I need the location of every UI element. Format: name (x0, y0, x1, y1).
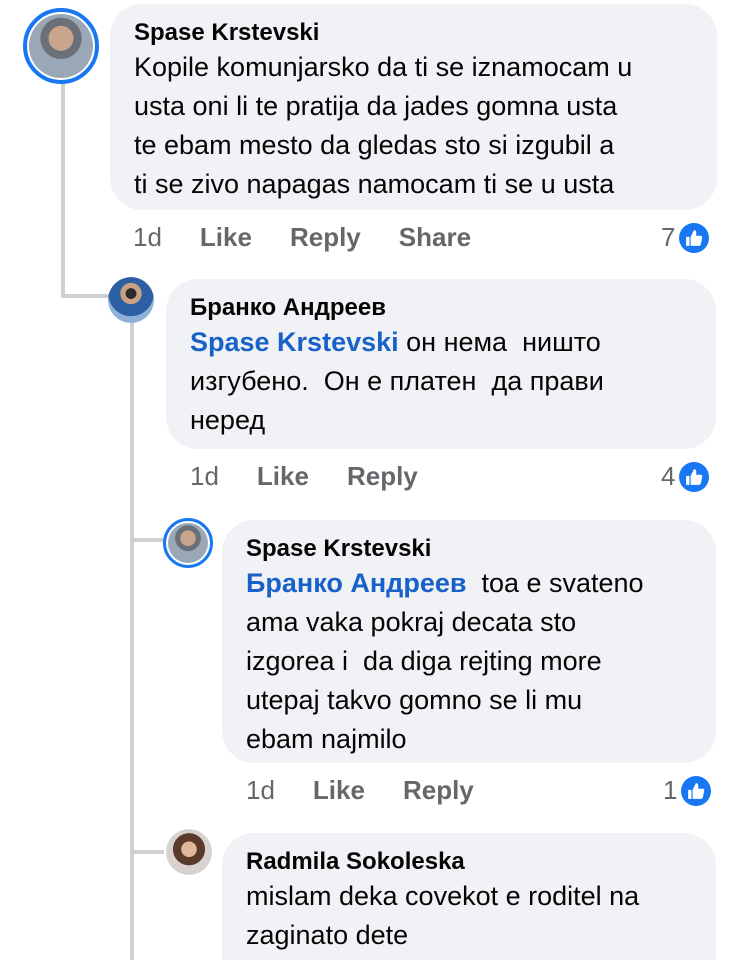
comment-bubble: Spase Krstevski Бранко Андреев toa e sva… (222, 520, 716, 763)
comment-bubble: Radmila Sokoleska mislam deka covekot e … (222, 833, 716, 960)
comment-mention[interactable]: Spase Krstevski (190, 327, 399, 357)
like-thumb-icon (681, 775, 712, 806)
comment-text: Spase Krstevski он нема ништо изгубено. … (190, 323, 694, 440)
comment-bubble: Spase Krstevski Kopile komunjarsko da ti… (110, 4, 717, 210)
reaction-count-number: 4 (661, 461, 676, 491)
like-button[interactable]: Like (313, 775, 365, 806)
comment-author[interactable]: Radmila Sokoleska (246, 847, 694, 877)
avatar[interactable] (166, 829, 212, 875)
comment-timestamp[interactable]: 1d (246, 775, 275, 806)
like-button[interactable]: Like (200, 222, 252, 253)
reaction-count[interactable]: 1 (663, 775, 712, 806)
thread-line (61, 80, 65, 298)
like-thumb-icon (679, 461, 710, 492)
comment-actions: 1d Like Reply Share (133, 222, 509, 253)
comment-author[interactable]: Бранко Андреев (190, 293, 694, 323)
comment-actions: 1d Like Reply (190, 461, 456, 492)
reply-button[interactable]: Reply (403, 775, 474, 806)
reaction-count-number: 7 (661, 222, 676, 252)
thread-line (130, 850, 164, 854)
avatar[interactable] (108, 277, 154, 323)
reply-button[interactable]: Reply (347, 461, 418, 492)
thread-line (130, 538, 164, 542)
comment-text: Kopile komunjarsko da ti se iznamocam u … (134, 52, 633, 199)
comment-bubble: Бранко Андреев Spase Krstevski он нема н… (166, 279, 716, 449)
comment-author[interactable]: Spase Krstevski (134, 18, 695, 48)
comment-actions: 1d Like Reply (246, 775, 512, 806)
share-button[interactable]: Share (399, 222, 471, 253)
reply-button[interactable]: Reply (290, 222, 361, 253)
comment-text: mislam deka covekot e roditel na zaginat… (246, 881, 640, 950)
reaction-count-number: 1 (663, 775, 678, 805)
avatar[interactable] (23, 8, 99, 84)
comment-timestamp[interactable]: 1d (190, 461, 219, 492)
thread-line (130, 322, 134, 960)
avatar[interactable] (163, 518, 213, 568)
like-thumb-icon (679, 222, 710, 253)
like-button[interactable]: Like (257, 461, 309, 492)
comment-mention[interactable]: Бранко Андреев (246, 568, 466, 598)
reaction-count[interactable]: 7 (661, 222, 710, 253)
comment-text: Бранко Андреев toa e svateno ama vaka po… (246, 564, 694, 759)
comment-timestamp[interactable]: 1d (133, 222, 162, 253)
reaction-count[interactable]: 4 (661, 461, 710, 492)
comment-author[interactable]: Spase Krstevski (246, 534, 694, 564)
thread-line (61, 294, 109, 298)
